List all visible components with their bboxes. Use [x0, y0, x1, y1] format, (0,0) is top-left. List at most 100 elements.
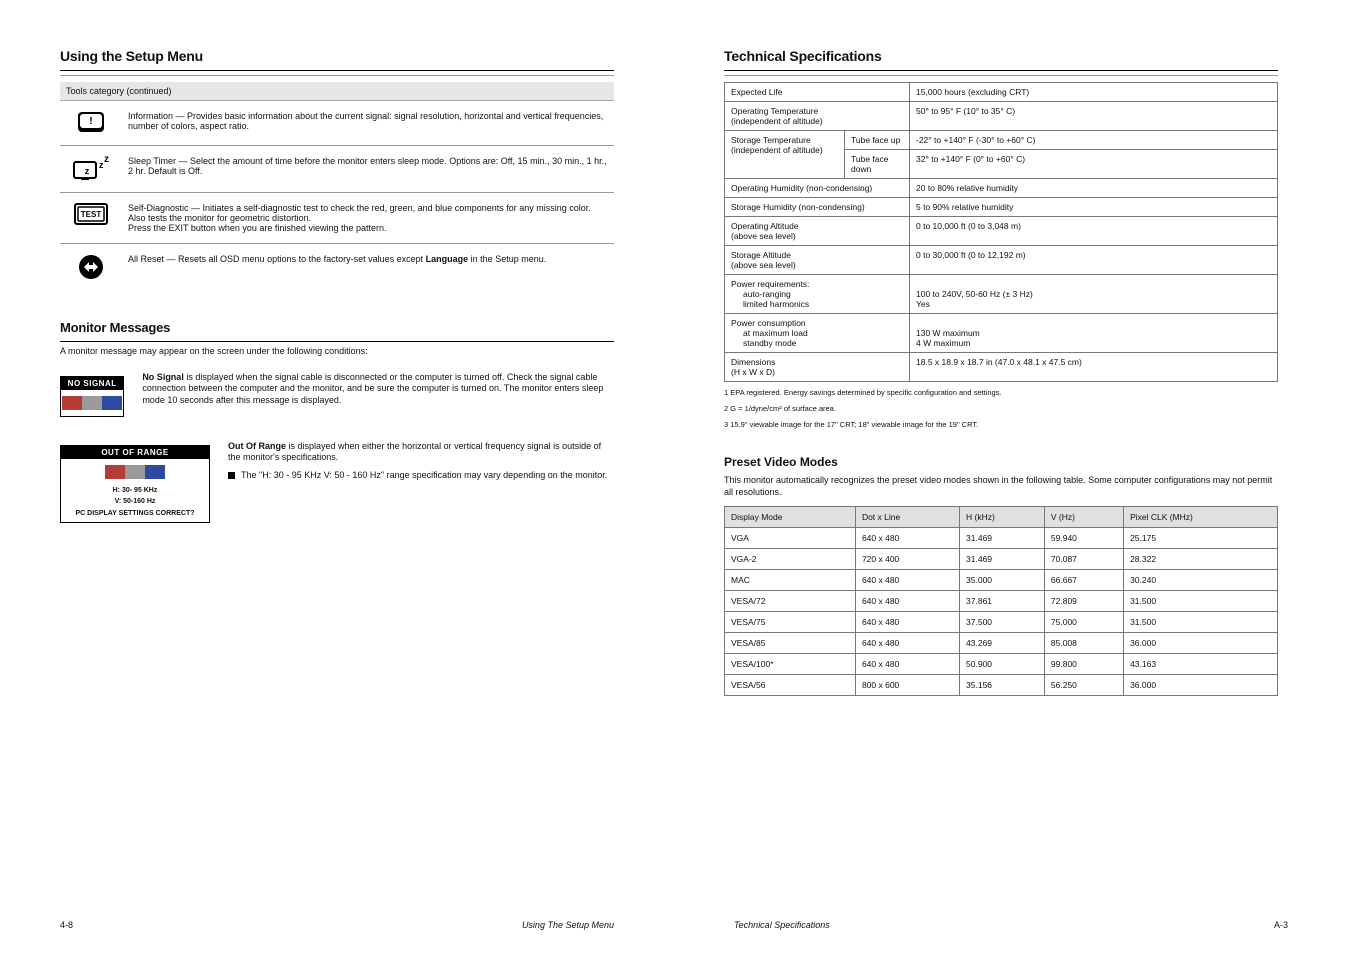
spec-table: Expected Life15,000 hours (excluding CRT… — [724, 82, 1278, 382]
timing-cell: 28.322 — [1124, 549, 1278, 570]
spec-label: Operating Temperature(independent of alt… — [725, 102, 910, 131]
no-signal-text: is displayed when the signal cable is di… — [142, 372, 603, 405]
table-row: ! Information — Provides basic informati… — [60, 101, 614, 146]
timing-cell: VESA/85 — [725, 633, 856, 654]
timing-cell: 59.940 — [1044, 528, 1123, 549]
spec-label: Storage Humidity (non-condensing) — [725, 198, 910, 217]
timing-cell: 72.809 — [1044, 591, 1123, 612]
spec-label: Storage Temperature(independent of altit… — [725, 131, 845, 179]
row-desc: Provides basic information about the cur… — [128, 111, 603, 131]
spec-value: 15,000 hours (excluding CRT) — [910, 83, 1278, 102]
timing-cell: 56.250 — [1044, 675, 1123, 696]
table-row: VESA/100*640 x 48050.90099.80043.163 — [725, 654, 1278, 675]
table-row: All Reset — Resets all OSD menu options … — [60, 244, 614, 293]
timing-cell: 99.800 — [1044, 654, 1123, 675]
row-name: Information — [128, 111, 173, 121]
timing-cell: 640 x 480 — [855, 633, 959, 654]
page-number: 4-8 — [60, 920, 73, 930]
table-row: Expected Life15,000 hours (excluding CRT… — [725, 83, 1278, 102]
table-row: Power consumption at maximum load standb… — [725, 314, 1278, 353]
spec-value: 100 to 240V, 50-60 Hz (± 3 Hz)Yes — [910, 275, 1278, 314]
page-left: Using the Setup Menu Tools category (con… — [0, 0, 674, 954]
timing-cell: VGA — [725, 528, 856, 549]
timing-cell: 640 x 480 — [855, 570, 959, 591]
rule-fine — [60, 75, 614, 76]
table-cell: Sleep Timer — Select the amount of time … — [122, 146, 614, 193]
timing-cell: VESA/56 — [725, 675, 856, 696]
tools-table-header: Tools category (continued) — [60, 82, 614, 101]
spec-value: 32° to +140° F (0° to +60° C) — [910, 150, 1278, 179]
table-row: VESA/72640 x 48037.86172.80931.500 — [725, 591, 1278, 612]
timing-cell: 37.861 — [960, 591, 1045, 612]
spec-note-2: 2 G = 1/dyne/cm² of surface area. — [724, 404, 1278, 414]
no-signal-heading: No Signal — [142, 372, 184, 382]
right-section-title: Technical Specifications — [724, 48, 1278, 64]
timing-header: V (Hz) — [1044, 507, 1123, 528]
spec-label: Operating Altitude(above sea level) — [725, 217, 910, 246]
left-section-title: Using the Setup Menu — [60, 48, 614, 64]
timing-cell: 37.500 — [960, 612, 1045, 633]
page-right: Technical Specifications Expected Life15… — [674, 0, 1348, 954]
timing-header: H (kHz) — [960, 507, 1045, 528]
spec-label: Power consumption at maximum load standb… — [725, 314, 910, 353]
spec-sublabel: Tube face down — [845, 150, 910, 179]
spec-value: 18.5 x 18.9 x 18.7 in (47.0 x 48.1 x 47.… — [910, 353, 1278, 382]
timing-cell: 85.008 — [1044, 633, 1123, 654]
timing-cell: 66.667 — [1044, 570, 1123, 591]
table-row: TEST Self-Diagnostic — Initiates a self-… — [60, 193, 614, 244]
timing-cell: 43.163 — [1124, 654, 1278, 675]
table-row: VGA640 x 48031.46959.94025.175 — [725, 528, 1278, 549]
no-signal-desc: No Signal is displayed when the signal c… — [142, 372, 614, 407]
out-of-range-sub1: H: 30- 95 KHz — [61, 485, 209, 499]
timing-table: Display ModeDot x LineH (kHz)V (Hz)Pixel… — [724, 506, 1278, 696]
spec-value: 20 to 80% relative humidity — [910, 179, 1278, 198]
timing-cell: 36.000 — [1124, 633, 1278, 654]
spec-label: Dimensions (H x W x D) — [725, 353, 910, 382]
timing-cell: 50.900 — [960, 654, 1045, 675]
spec-label: Expected Life — [725, 83, 910, 102]
preset-intro: This monitor automatically recognizes th… — [724, 475, 1278, 498]
spec-value: -22° to +140° F (-30° to +60° C) — [910, 131, 1278, 150]
color-bars-icon — [62, 396, 122, 410]
spec-value: 0 to 30,000 ft (0 to 12,192 m) — [910, 246, 1278, 275]
table-row: Storage Temperature(independent of altit… — [725, 131, 1278, 150]
tools-table: Tools category (continued) ! — [60, 82, 614, 292]
svg-text:z: z — [85, 166, 90, 176]
table-row: Operating Temperature(independent of alt… — [725, 102, 1278, 131]
row-desc: Initiates a self-diagnostic test to chec… — [128, 203, 591, 233]
spec-value: 130 W maximum4 W maximum — [910, 314, 1278, 353]
spec-note-1: 1 EPA registered. Energy savings determi… — [724, 388, 1278, 398]
timing-cell: MAC — [725, 570, 856, 591]
timing-cell: 640 x 480 — [855, 528, 959, 549]
monitor-messages-intro: A monitor message may appear on the scre… — [60, 346, 614, 358]
row-desc-lang: Language — [426, 254, 469, 264]
row-name: Self-Diagnostic — [128, 203, 189, 213]
row-desc-suffix: in the Setup menu. — [468, 254, 546, 264]
timing-cell: 640 x 480 — [855, 612, 959, 633]
timing-cell: 720 x 400 — [855, 549, 959, 570]
table-row: VESA/75640 x 48037.50075.00031.500 — [725, 612, 1278, 633]
table-row: Operating Altitude(above sea level)0 to … — [725, 217, 1278, 246]
table-row: Dimensions (H x W x D)18.5 x 18.9 x 18.7… — [725, 353, 1278, 382]
timing-cell: 640 x 480 — [855, 591, 959, 612]
footer-section: Using the Setup Menu — [522, 920, 614, 930]
table-row: Operating Humidity (non-condensing)20 to… — [725, 179, 1278, 198]
sleep-timer-icon: z z z — [73, 156, 109, 182]
timing-cell: 36.000 — [1124, 675, 1278, 696]
monitor-messages-title: Monitor Messages — [60, 320, 614, 335]
timing-cell: 800 x 600 — [855, 675, 959, 696]
table-row: VGA-2720 x 40031.46970.08728.322 — [725, 549, 1278, 570]
out-of-range-desc: Out Of Range is displayed when either th… — [228, 441, 614, 464]
self-diagnostic-icon: TEST — [74, 203, 108, 227]
out-of-range-row: OUT OF RANGE H: 30- 95 KHz V: 50-160 Hz … — [60, 441, 614, 529]
footer-section: Technical Specifications — [734, 920, 830, 930]
timing-cell: 640 x 480 — [855, 654, 959, 675]
timing-cell: 35.000 — [960, 570, 1045, 591]
no-signal-box: NO SIGNAL — [60, 376, 124, 417]
spec-label: Storage Altitude(above sea level) — [725, 246, 910, 275]
table-cell: Information — Provides basic information… — [122, 101, 614, 146]
square-bullet-icon — [228, 472, 235, 479]
timing-cell: 31.500 — [1124, 591, 1278, 612]
color-bars-icon — [105, 465, 165, 479]
timing-cell: 30.240 — [1124, 570, 1278, 591]
